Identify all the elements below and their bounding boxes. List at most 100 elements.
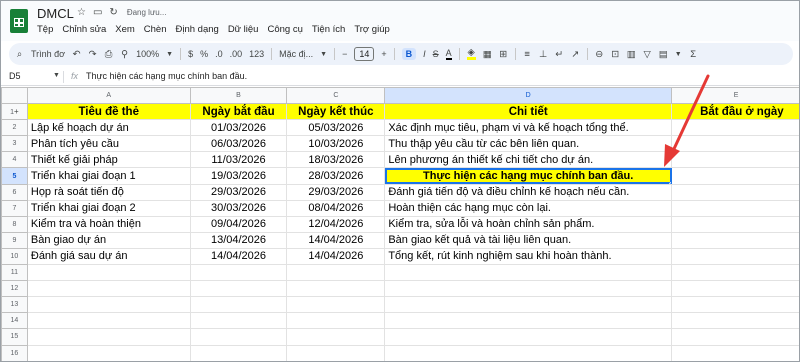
empty-cell[interactable]	[189, 312, 288, 330]
insert-comment-icon[interactable]: ⊡	[611, 49, 620, 60]
cell-end-date[interactable]: 14/04/2026	[286, 247, 386, 266]
empty-cell[interactable]	[671, 119, 799, 137]
cell-start-date[interactable]: 11/03/2026	[189, 151, 288, 169]
row-header[interactable]: 7	[1, 199, 28, 217]
undo-icon[interactable]: ↶	[72, 49, 81, 60]
cell-start-date[interactable]: 09/04/2026	[189, 215, 288, 233]
empty-cell[interactable]	[26, 280, 191, 298]
empty-cell[interactable]	[671, 264, 799, 282]
row-header[interactable]: 8	[1, 215, 28, 233]
row-header-1[interactable]: 1+	[1, 103, 28, 121]
empty-cell[interactable]	[671, 199, 799, 217]
empty-cell[interactable]	[384, 312, 673, 330]
redo-icon[interactable]: ↷	[88, 49, 97, 60]
row-header[interactable]: 16	[1, 344, 28, 361]
empty-cell[interactable]	[286, 328, 386, 346]
name-box[interactable]: D5	[9, 71, 21, 81]
empty-cell[interactable]	[671, 280, 799, 298]
cell-start-date[interactable]: 30/03/2026	[189, 199, 288, 217]
cell-start-date[interactable]: 13/04/2026	[189, 231, 288, 249]
empty-cell[interactable]	[286, 296, 386, 314]
cell-end-date[interactable]: 18/03/2026	[286, 151, 386, 169]
text-wrap-icon[interactable]: ↵	[555, 49, 564, 60]
insert-link-icon[interactable]: ⊖	[595, 49, 604, 60]
row-header[interactable]: 2	[1, 119, 28, 137]
empty-cell[interactable]	[26, 328, 191, 346]
row-header[interactable]: 4	[1, 151, 28, 169]
cell-end-date[interactable]: 05/03/2026	[286, 119, 386, 137]
empty-cell[interactable]	[189, 344, 288, 361]
column-header-d[interactable]: D	[384, 86, 673, 105]
empty-cell[interactable]	[384, 344, 673, 361]
select-all-corner[interactable]	[1, 86, 28, 105]
menu-view[interactable]: Xem	[115, 24, 135, 35]
header-cell-title[interactable]: Tiêu đề thẻ	[26, 103, 191, 121]
menu-tools[interactable]: Công cụ	[267, 24, 302, 35]
menu-insert[interactable]: Chèn	[144, 24, 167, 35]
empty-cell[interactable]	[189, 296, 288, 314]
cell-details[interactable]: Lên phương án thiết kế chi tiết cho dự á…	[384, 151, 673, 169]
freeze-handle-icon[interactable]: +	[14, 107, 19, 116]
empty-cell[interactable]	[671, 215, 799, 233]
column-header-b[interactable]: B	[189, 86, 288, 105]
decrease-decimal-button[interactable]: .0	[215, 49, 223, 59]
increase-font-size-button[interactable]: +	[381, 49, 386, 59]
empty-cell[interactable]	[384, 280, 673, 298]
cell-end-date[interactable]: 14/04/2026	[286, 231, 386, 249]
insert-chart-icon[interactable]: ▥	[627, 49, 636, 60]
cell-end-date[interactable]: 12/04/2026	[286, 215, 386, 233]
row-header[interactable]: 14	[1, 312, 28, 330]
print-icon[interactable]: ⎙	[104, 49, 113, 60]
cell-start-date[interactable]: 01/03/2026	[189, 119, 288, 137]
empty-cell[interactable]	[189, 264, 288, 282]
empty-cell[interactable]	[26, 296, 191, 314]
chevron-down-icon[interactable]: ▼	[675, 51, 682, 58]
row-header[interactable]: 10	[1, 247, 28, 266]
empty-cell[interactable]	[286, 312, 386, 330]
row-header[interactable]: 13	[1, 296, 28, 314]
empty-cell[interactable]	[671, 328, 799, 346]
selected-cell-d5[interactable]: Thực hiện các hạng mục chính ban đầu.	[384, 167, 673, 185]
currency-format-button[interactable]: $	[188, 49, 193, 59]
header-cell-start-on[interactable]: Bắt đầu ở ngày	[671, 103, 799, 121]
merge-cells-icon[interactable]: ⊞	[499, 49, 508, 60]
cell-title[interactable]: Họp rà soát tiến độ	[26, 183, 191, 201]
menu-search-label[interactable]: Trình đơ	[31, 49, 65, 59]
document-title[interactable]: DMCL	[37, 6, 74, 21]
font-size-input[interactable]: 14	[354, 47, 375, 61]
cell-title[interactable]: Kiểm tra và hoàn thiện	[26, 215, 191, 233]
menu-edit[interactable]: Chỉnh sửa	[62, 24, 106, 35]
column-header-c[interactable]: C	[286, 86, 386, 105]
menu-help[interactable]: Trợ giúp	[354, 24, 389, 35]
column-header-a[interactable]: A	[26, 86, 191, 105]
header-cell-details[interactable]: Chi tiết	[384, 103, 673, 121]
chevron-down-icon[interactable]: ▼	[166, 51, 173, 58]
empty-cell[interactable]	[671, 183, 799, 201]
cell-start-date[interactable]: 19/03/2026	[189, 167, 288, 185]
row-header[interactable]: 15	[1, 328, 28, 346]
fill-handle[interactable]	[669, 181, 671, 184]
empty-cell[interactable]	[671, 135, 799, 153]
cell-title[interactable]: Phân tích yêu cầu	[26, 135, 191, 153]
header-cell-end-date[interactable]: Ngày kết thúc	[286, 103, 386, 121]
cell-details[interactable]: Đánh giá tiến độ và điều chỉnh kế hoạch …	[384, 183, 673, 201]
menu-data[interactable]: Dữ liệu	[228, 24, 259, 35]
empty-cell[interactable]	[384, 296, 673, 314]
row-header[interactable]: 9	[1, 231, 28, 249]
row-header[interactable]: 5	[1, 167, 28, 185]
menu-extensions[interactable]: Tiện ích	[312, 24, 345, 35]
cell-start-date[interactable]: 06/03/2026	[189, 135, 288, 153]
cell-title[interactable]: Triển khai giai đoạn 1	[26, 167, 191, 185]
zoom-select[interactable]: 100%	[136, 49, 159, 59]
empty-cell[interactable]	[189, 280, 288, 298]
more-formats-button[interactable]: 123	[249, 49, 264, 59]
filter-views-icon[interactable]: ▤	[659, 49, 668, 60]
horizontal-align-icon[interactable]: ≡	[523, 49, 532, 60]
menu-file[interactable]: Tệp	[37, 24, 53, 35]
decrease-font-size-button[interactable]: −	[342, 49, 347, 59]
formula-input[interactable]: Thực hiện các hạng mục chính ban đầu.	[86, 71, 247, 81]
increase-decimal-button[interactable]: .00	[230, 49, 243, 59]
strikethrough-button[interactable]: S	[433, 49, 439, 59]
star-icon[interactable]: ☆	[77, 7, 86, 18]
cell-end-date[interactable]: 29/03/2026	[286, 183, 386, 201]
